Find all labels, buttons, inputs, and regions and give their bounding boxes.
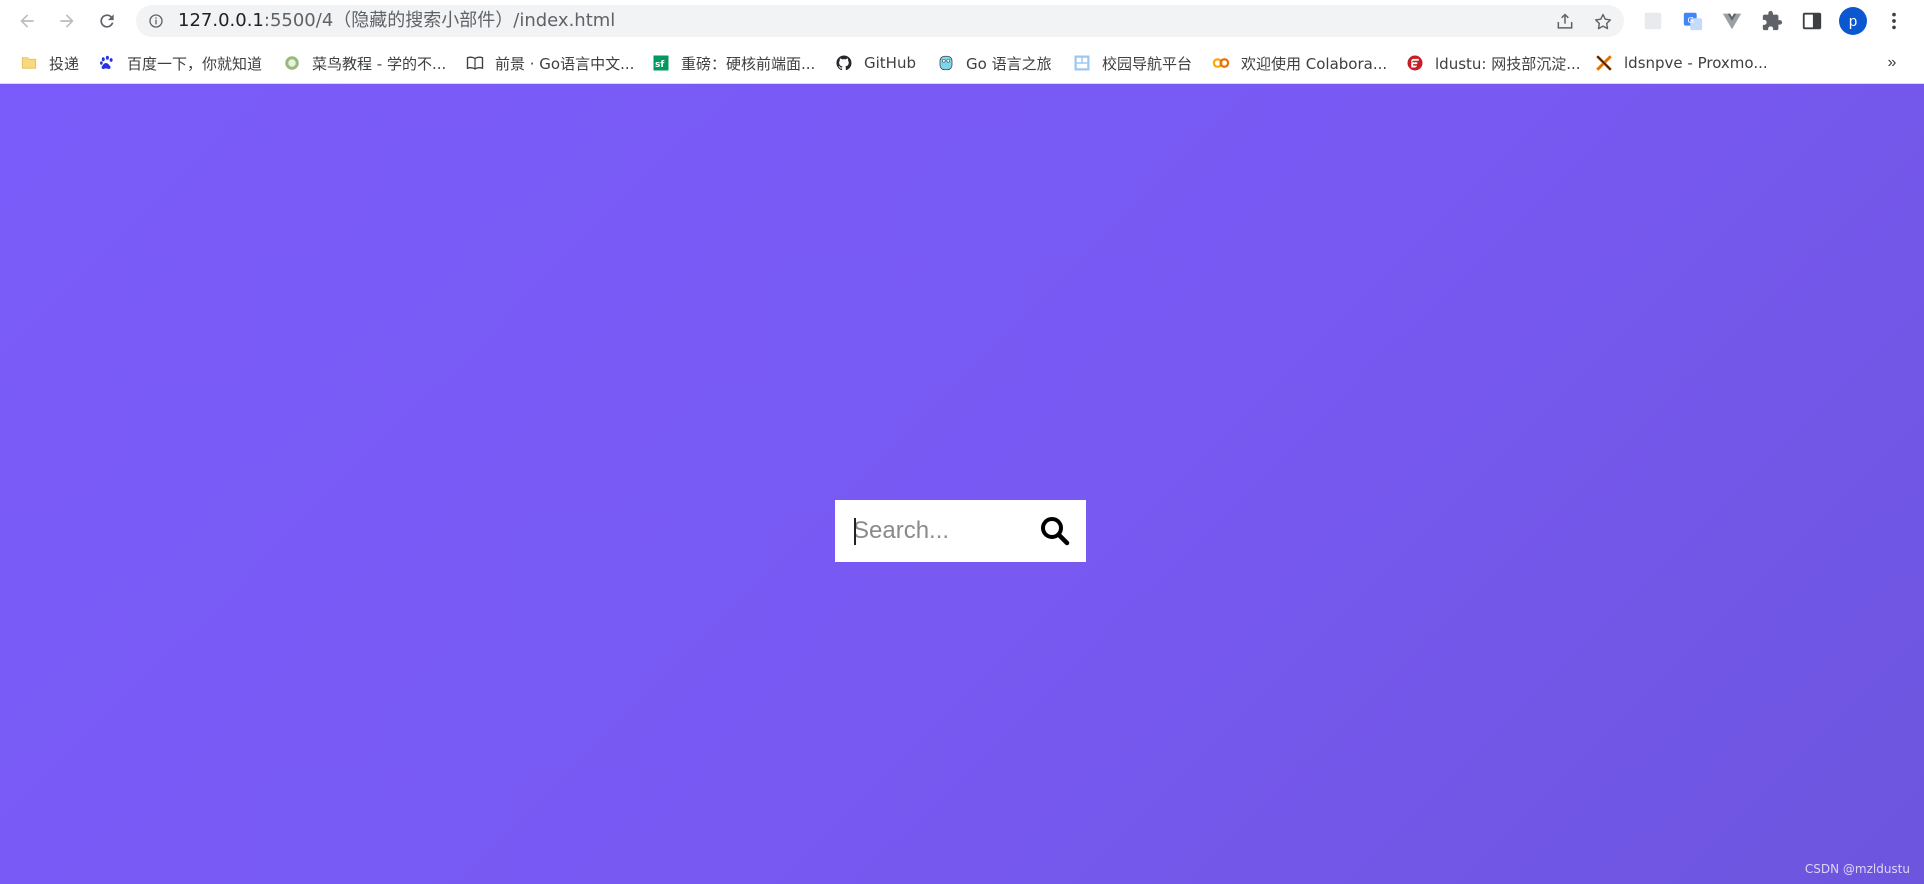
bookmark-label: Go 语言之旅	[966, 54, 1052, 73]
bookmarks-overflow-button[interactable]: »	[1880, 50, 1904, 76]
bookmarks-bar: 投递 百度一下，你就知道 菜鸟教程 - 学的不... 前景 · Go语言中文..…	[0, 42, 1924, 84]
extensions-button[interactable]	[1760, 9, 1784, 33]
browser-toolbar: 127.0.0.1:5500/4（隐藏的搜索小部件）/index.html G	[0, 0, 1924, 42]
puzzle-icon	[1762, 10, 1783, 31]
url-text[interactable]: 127.0.0.1:5500/4（隐藏的搜索小部件）/index.html	[178, 5, 615, 37]
bookmark-item[interactable]: 菜鸟教程 - 学的不...	[283, 50, 446, 76]
bookmark-label: 投递	[49, 54, 80, 73]
bookmark-star-button[interactable]	[1592, 11, 1614, 33]
bookmark-label: GitHub	[864, 54, 916, 72]
address-bar[interactable]: 127.0.0.1:5500/4（隐藏的搜索小部件）/index.html	[136, 5, 1624, 37]
runoob-icon	[283, 54, 301, 72]
translate-icon: G	[1683, 12, 1703, 31]
bookmark-label: ldsnpve - Proxmo...	[1624, 54, 1768, 72]
star-icon	[1594, 13, 1612, 30]
bookmark-item[interactable]: Go 语言之旅	[937, 50, 1052, 76]
url-host: 127.0.0.1	[178, 10, 264, 31]
svg-text:G: G	[1688, 15, 1694, 25]
bookmark-label: 重磅：硬核前端面...	[681, 54, 816, 73]
back-button[interactable]	[12, 6, 42, 36]
segmentfault-icon: sf	[652, 54, 670, 72]
blank-extension-icon	[1644, 12, 1662, 30]
bookmark-item[interactable]: GitHub	[835, 50, 916, 76]
baidu-icon	[98, 54, 116, 72]
arrow-left-icon	[20, 14, 34, 28]
bookmark-label: 校园导航平台	[1102, 54, 1193, 73]
github-icon	[835, 54, 853, 72]
svg-text:sf: sf	[655, 60, 664, 70]
profile-avatar[interactable]: p	[1839, 7, 1867, 35]
search-icon	[1041, 517, 1070, 546]
reload-icon	[100, 14, 114, 28]
watermark: CSDN @mzldustu	[1804, 862, 1910, 876]
bookmark-item[interactable]: 百度一下，你就知道	[98, 50, 262, 76]
page-background: CSDN @mzldustu	[0, 84, 1924, 884]
bookmark-item[interactable]: ldsnpve - Proxmo...	[1595, 50, 1768, 76]
bookmark-item[interactable]: 前景 · Go语言中文...	[466, 50, 634, 76]
campus-icon	[1073, 54, 1091, 72]
text-caret	[854, 518, 856, 545]
bookmark-item[interactable]: 投递	[20, 50, 79, 76]
bookmark-item[interactable]: 欢迎使用 Colabora...	[1212, 50, 1387, 76]
bookmark-label: 前景 · Go语言中文...	[495, 54, 635, 73]
side-panel-icon	[1802, 12, 1822, 30]
google-translate-button[interactable]: G	[1681, 9, 1705, 33]
share-button[interactable]	[1554, 11, 1576, 33]
bookmark-label: 菜鸟教程 - 学的不...	[312, 54, 447, 73]
gopher-icon	[937, 54, 955, 72]
colab-icon	[1212, 54, 1230, 72]
extension-placeholder-button[interactable]	[1641, 9, 1665, 33]
bookmark-item[interactable]: ldustu: 网技部沉淀...	[1406, 50, 1581, 76]
browser-menu-button[interactable]	[1880, 7, 1908, 35]
side-panel-button[interactable]	[1800, 9, 1824, 33]
vue-devtools-button[interactable]	[1720, 9, 1744, 33]
reload-button[interactable]	[92, 6, 122, 36]
proxmox-icon	[1595, 54, 1613, 72]
info-icon[interactable]	[148, 13, 164, 29]
search-input[interactable]	[835, 500, 1025, 562]
share-icon	[1557, 13, 1573, 29]
vue-icon	[1722, 13, 1742, 30]
bookmark-label: ldustu: 网技部沉淀...	[1435, 54, 1581, 73]
book-icon	[466, 54, 484, 72]
bookmark-label: 百度一下，你就知道	[127, 54, 263, 73]
more-vert-icon	[1892, 12, 1896, 30]
search-button[interactable]	[1038, 514, 1072, 548]
folder-icon	[20, 54, 38, 72]
forward-button[interactable]	[52, 6, 82, 36]
arrow-right-icon	[60, 14, 74, 28]
bookmark-item[interactable]: sf 重磅：硬核前端面...	[652, 50, 815, 76]
gitee-icon	[1406, 54, 1424, 72]
url-path: :5500/4（隐藏的搜索小部件）/index.html	[263, 10, 616, 31]
bookmark-item[interactable]: 校园导航平台	[1073, 50, 1192, 76]
search-widget	[835, 500, 1086, 562]
bookmark-label: 欢迎使用 Colabora...	[1241, 54, 1388, 73]
